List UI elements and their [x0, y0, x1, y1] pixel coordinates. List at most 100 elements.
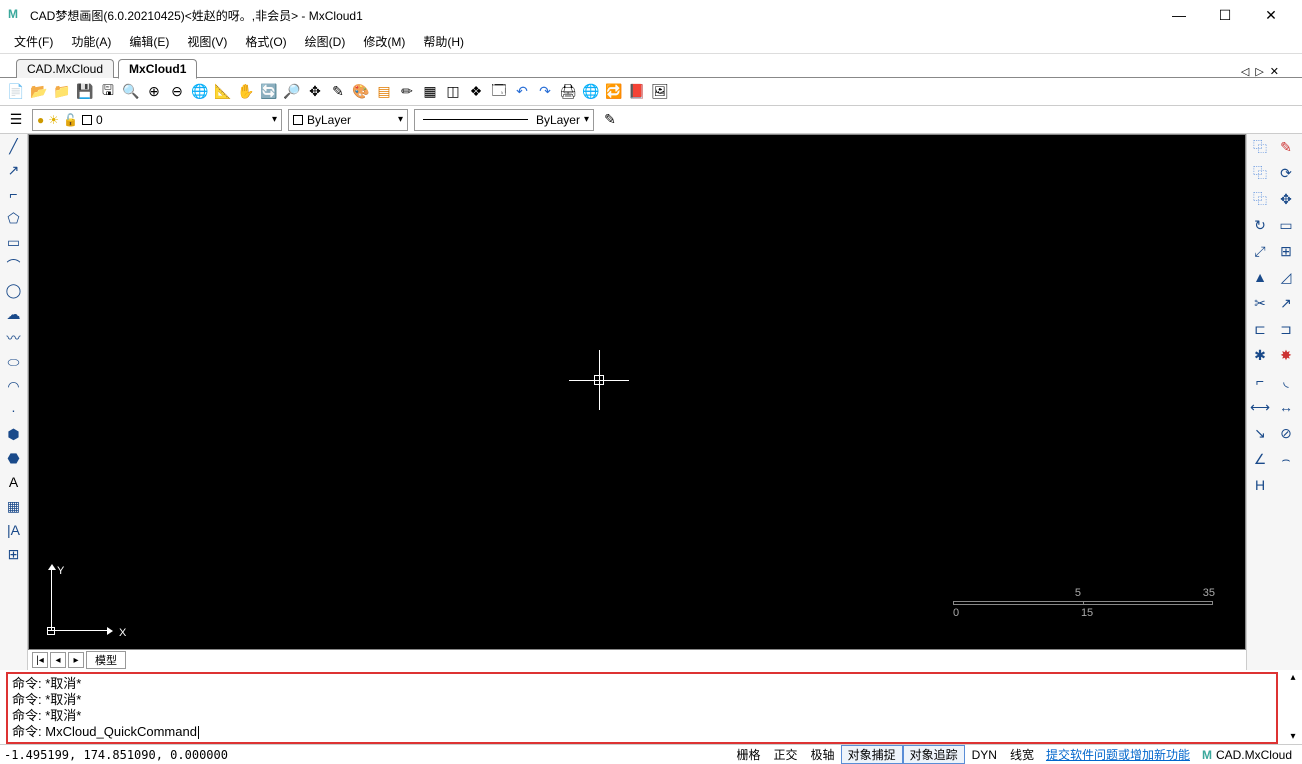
chamfer-icon[interactable]: ⌐ [1250, 371, 1270, 391]
filter-icon[interactable]: ❖ [466, 82, 486, 102]
mirror-icon[interactable]: ▲ [1250, 267, 1270, 287]
move-mod-icon[interactable]: ✥ [1276, 189, 1296, 209]
pdf-icon[interactable]: 📕 [627, 82, 647, 102]
menu-file[interactable]: 文件(F) [10, 31, 57, 52]
feedback-link[interactable]: 提交软件问题或增加新功能 [1040, 746, 1196, 763]
menu-modify[interactable]: 修改(M) [359, 31, 409, 52]
layer-manager-icon[interactable]: ☰ [6, 110, 26, 130]
color-dropdown[interactable]: ByLayer ▾ [288, 109, 408, 131]
copy-icon[interactable]: ⿻ [1250, 137, 1270, 157]
scale-icon[interactable]: ▭ [1276, 215, 1296, 235]
image-icon[interactable]: 🖼 [650, 82, 670, 102]
fillet-icon[interactable]: ◟ [1276, 371, 1296, 391]
hatch-icon[interactable]: ▦ [4, 496, 24, 516]
dim-radius-icon[interactable]: ↘ [1250, 423, 1270, 443]
status-osnap[interactable]: 对象捕捉 [841, 745, 903, 764]
find-icon[interactable]: 🔎 [282, 82, 302, 102]
highlight-icon[interactable]: ✏ [397, 82, 417, 102]
ellipse-icon[interactable]: ⬭ [4, 352, 24, 372]
insert-icon[interactable]: ⬣ [4, 448, 24, 468]
dim-diameter-icon[interactable]: ⊘ [1276, 423, 1296, 443]
rotate-icon[interactable]: ↻ [1250, 215, 1270, 235]
color-icon[interactable]: 🎨 [351, 82, 371, 102]
pan-icon[interactable]: ✋ [236, 82, 256, 102]
drawing-canvas[interactable]: Y X 5 35 0 15 [28, 134, 1246, 650]
leader-icon[interactable]: H [1250, 475, 1270, 495]
command-input-line[interactable]: 命令: MxCloud_QuickCommand [12, 724, 1272, 740]
model-tab[interactable]: 模型 [86, 651, 126, 669]
cmd-scroll-up-icon[interactable]: ▴ [1284, 672, 1302, 683]
mtext-icon[interactable]: |A [4, 520, 24, 540]
paste-icon[interactable]: ⿻ [1250, 189, 1270, 209]
redo-icon[interactable]: ↷ [535, 82, 555, 102]
dim-linear-icon[interactable]: ⟷ [1250, 397, 1270, 417]
undo-icon[interactable]: ↶ [512, 82, 532, 102]
measure-angle-icon[interactable]: 📐 [213, 82, 233, 102]
block-icon[interactable]: ⬢ [4, 424, 24, 444]
menu-view[interactable]: 视图(V) [183, 31, 231, 52]
array-icon[interactable]: ⊞ [1276, 241, 1296, 261]
open-cloud-icon[interactable]: 📁 [52, 82, 72, 102]
doc-tab-1[interactable]: CAD.MxCloud [16, 59, 114, 78]
move-icon[interactable]: ✥ [305, 82, 325, 102]
gradient-icon[interactable]: ▤ [374, 82, 394, 102]
save-as-icon[interactable]: 🖫 [98, 82, 118, 102]
menu-edit[interactable]: 编辑(E) [125, 31, 173, 52]
dim-angle-icon[interactable]: ∠ [1250, 449, 1270, 469]
dim-aligned-icon[interactable]: ↔ [1276, 397, 1296, 417]
new-icon[interactable]: 📄 [6, 82, 26, 102]
stretch-icon[interactable]: ⤢ [1250, 241, 1270, 261]
offset-icon[interactable]: ⟳ [1276, 163, 1296, 183]
menu-help[interactable]: 帮助(H) [419, 31, 468, 52]
menu-feature[interactable]: 功能(A) [67, 31, 115, 52]
break-point-icon[interactable]: ⊐ [1276, 319, 1296, 339]
zoom-window-icon[interactable]: 🔍 [121, 82, 141, 102]
dim-arc-icon[interactable]: ⌢ [1276, 449, 1296, 469]
copyclip-icon[interactable]: ⿻ [1250, 163, 1270, 183]
layer-icon[interactable]: ▦ [420, 82, 440, 102]
status-polar[interactable]: 极轴 [804, 746, 841, 763]
doc-tab-2[interactable]: MxCloud1 [118, 59, 197, 79]
break-icon[interactable]: ⊏ [1250, 319, 1270, 339]
mirror2-icon[interactable]: ◿ [1276, 267, 1296, 287]
tab-prev-icon[interactable]: ◁ [1238, 65, 1252, 78]
menu-format[interactable]: 格式(O) [241, 31, 290, 52]
trim-icon[interactable]: ✂ [1250, 293, 1270, 313]
revcloud-icon[interactable]: ☁ [4, 304, 24, 324]
tab-close-icon[interactable]: ✕ [1267, 65, 1282, 78]
circle-icon[interactable]: ◯ [4, 280, 24, 300]
point-icon[interactable]: · [4, 400, 24, 420]
xline-icon[interactable]: ↗ [4, 160, 24, 180]
arc-icon[interactable]: ⌒ [4, 256, 24, 276]
edit-icon[interactable]: ✎ [328, 82, 348, 102]
polygon-icon[interactable]: ⬠ [4, 208, 24, 228]
layout-next-icon[interactable]: ▸ [68, 652, 84, 668]
export-icon[interactable]: 🔁 [604, 82, 624, 102]
maximize-button[interactable]: ☐ [1202, 0, 1248, 30]
rectangle-icon[interactable]: ▭ [4, 232, 24, 252]
status-lwt[interactable]: 线宽 [1003, 746, 1040, 763]
status-dyn[interactable]: DYN [965, 748, 1003, 762]
close-button[interactable]: ✕ [1248, 0, 1294, 30]
status-otrack[interactable]: 对象追踪 [903, 745, 965, 764]
explode-icon[interactable]: ✸ [1276, 345, 1296, 365]
cmd-scroll-down-icon[interactable]: ▾ [1284, 731, 1302, 742]
text-icon[interactable]: A [4, 472, 24, 492]
menu-draw[interactable]: 绘图(D) [301, 31, 350, 52]
spline-icon[interactable]: 〰 [4, 328, 24, 348]
print-icon[interactable]: 🖨 [558, 82, 578, 102]
ellipse-arc-icon[interactable]: ◠ [4, 376, 24, 396]
layout-prev-icon[interactable]: ◂ [50, 652, 66, 668]
tab-next-icon[interactable]: ▷ [1252, 65, 1266, 78]
linetype-dropdown[interactable]: ByLayer ▾ [414, 109, 594, 131]
extend-icon[interactable]: ↗ [1276, 293, 1296, 313]
lineweight-icon[interactable]: ✎ [600, 110, 620, 130]
layout-first-icon[interactable]: |◂ [32, 652, 48, 668]
save-icon[interactable]: 💾 [75, 82, 95, 102]
erase-icon[interactable]: ✎ [1276, 137, 1296, 157]
zoom-in-icon[interactable]: ⊕ [144, 82, 164, 102]
select-similar-icon[interactable]: ◫ [443, 82, 463, 102]
status-ortho[interactable]: 正交 [767, 746, 804, 763]
table-icon[interactable]: ⊞ [4, 544, 24, 564]
line-icon[interactable]: ╱ [4, 136, 24, 156]
